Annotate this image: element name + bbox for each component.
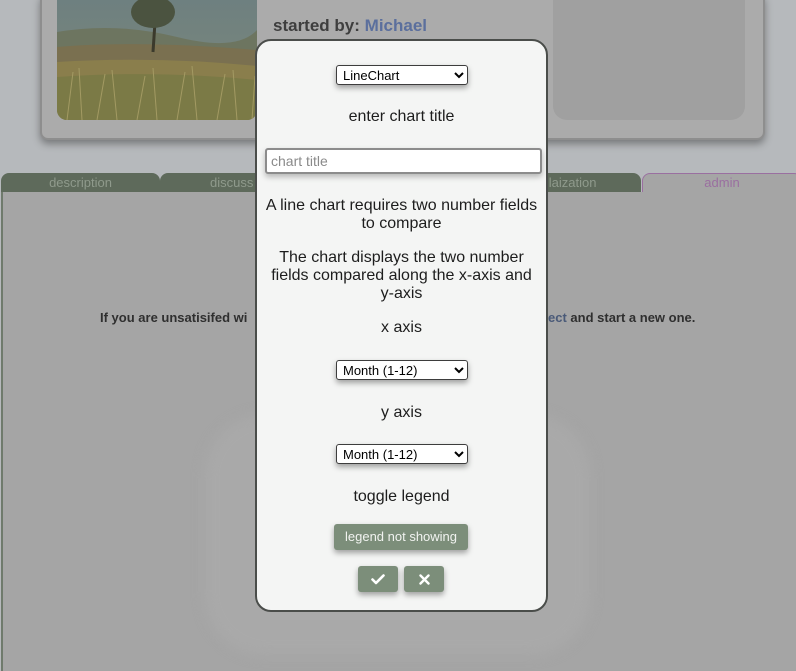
x-axis-select[interactable]: Month (1-12) bbox=[336, 360, 468, 380]
chart-description-1: A line chart requires two number fields … bbox=[265, 197, 538, 232]
tab-description[interactable]: description bbox=[1, 173, 160, 193]
notice-text-left: If you are unsatisifed wi bbox=[100, 310, 248, 325]
chart-type-select[interactable]: LineChart bbox=[336, 65, 468, 85]
cancel-button[interactable] bbox=[404, 566, 444, 592]
started-by-label: started by: bbox=[273, 16, 360, 35]
confirm-button[interactable] bbox=[358, 566, 398, 592]
notice-link-fragment[interactable]: ect bbox=[548, 310, 567, 325]
legend-toggle-button[interactable]: legend not showing bbox=[334, 524, 468, 550]
side-panel bbox=[553, 0, 745, 120]
chart-description-2: The chart displays the two number fields… bbox=[271, 249, 532, 302]
chart-title-prompt: enter chart title bbox=[348, 108, 455, 125]
chart-builder-modal: LineChart enter chart title A line chart… bbox=[255, 39, 548, 612]
chart-title-input[interactable] bbox=[265, 148, 542, 174]
toggle-legend-label: toggle legend bbox=[353, 488, 450, 505]
check-icon bbox=[371, 570, 385, 588]
notice-text-right: ect and start a new one. bbox=[548, 310, 695, 325]
project-photo bbox=[57, 0, 257, 120]
x-axis-label: x axis bbox=[381, 319, 422, 336]
notice-text-rest: and start a new one. bbox=[566, 310, 696, 325]
y-axis-select[interactable]: Month (1-12) bbox=[336, 444, 468, 464]
tab-admin[interactable]: admin bbox=[642, 173, 796, 193]
y-axis-label: y axis bbox=[381, 404, 422, 421]
started-by-user-link[interactable]: Michael bbox=[365, 16, 427, 35]
started-by: started by: Michael bbox=[273, 16, 427, 36]
close-icon bbox=[418, 570, 430, 588]
